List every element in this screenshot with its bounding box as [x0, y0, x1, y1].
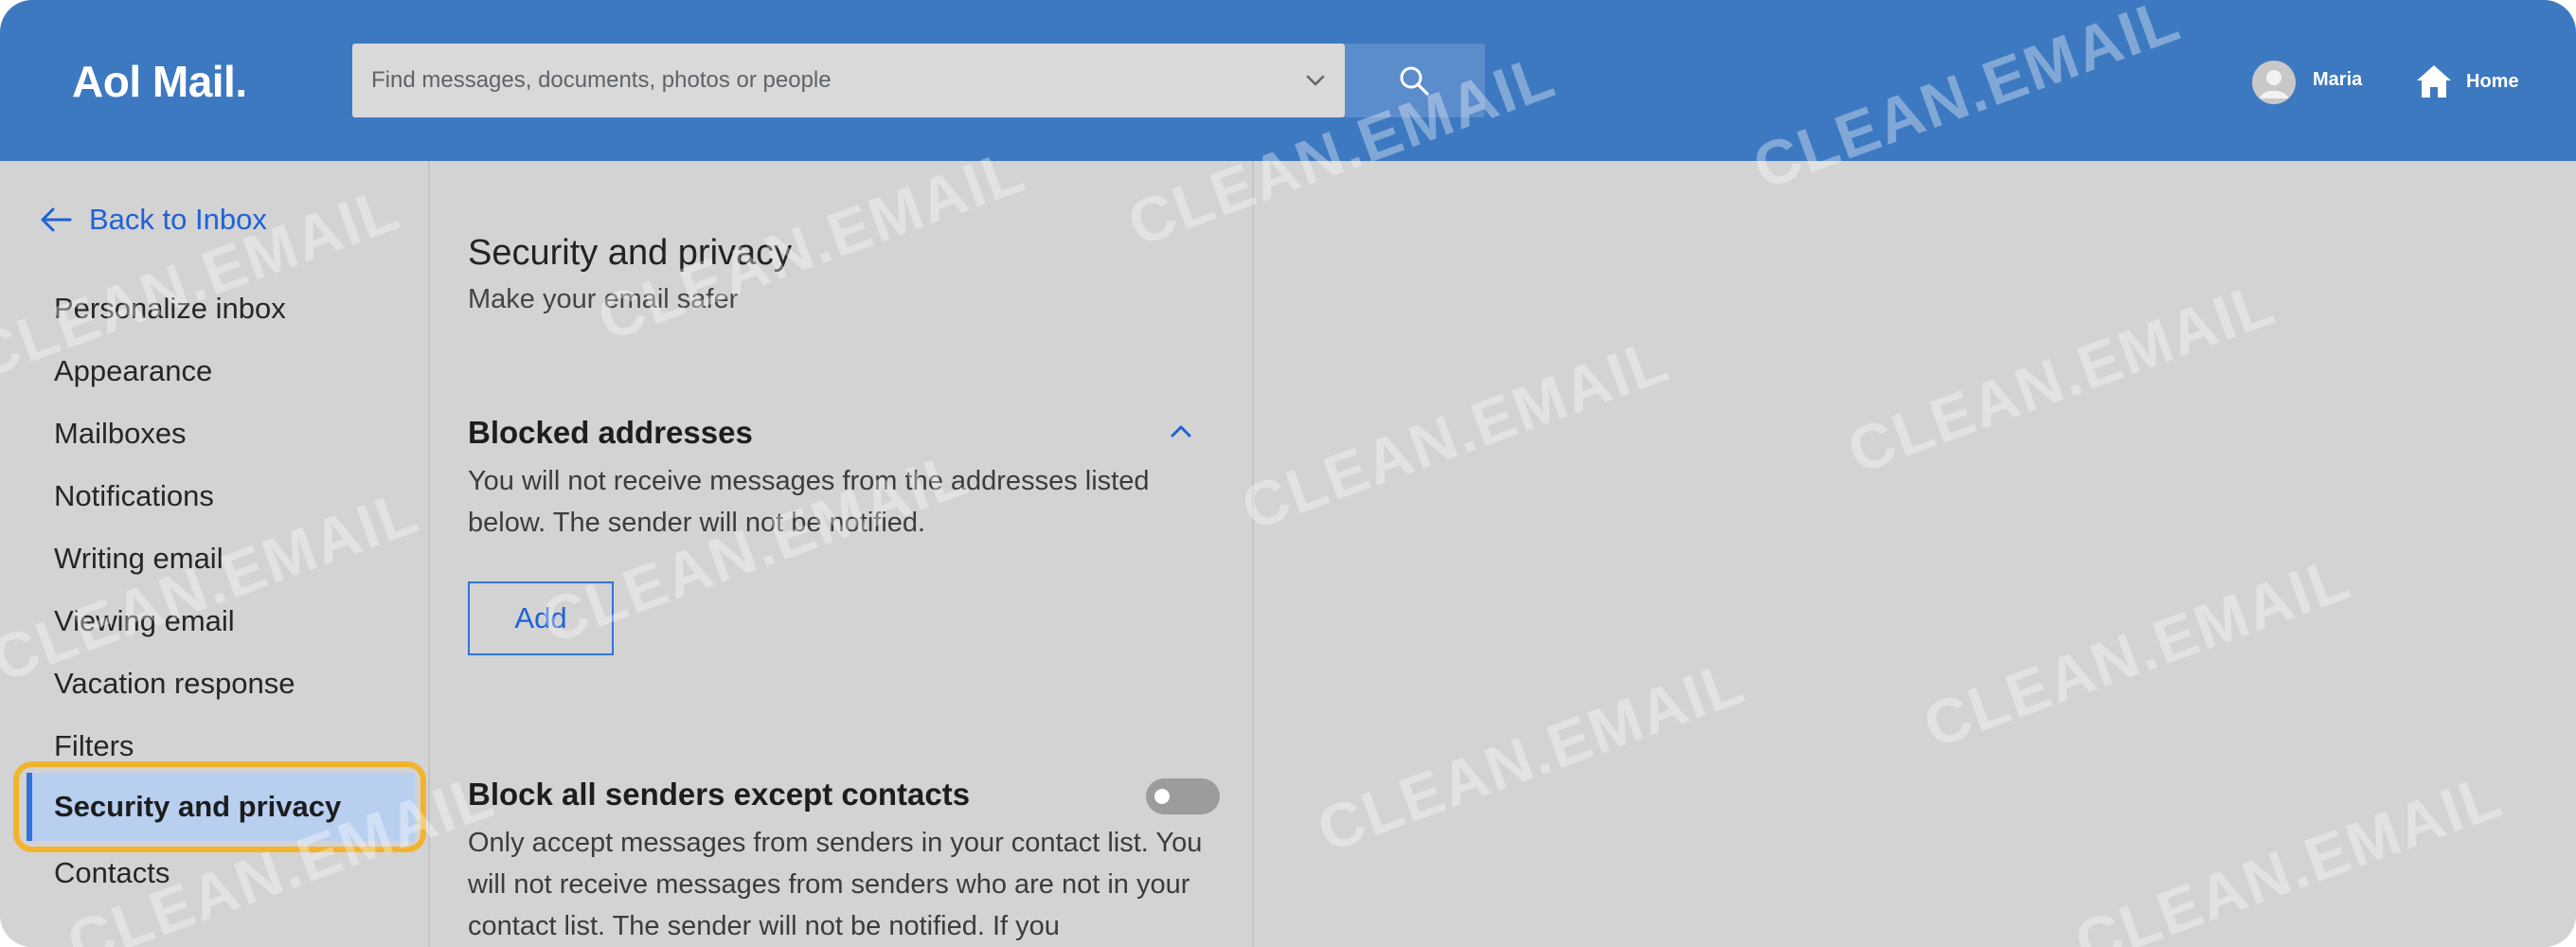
settings-panel: Security and privacy Make your email saf… — [428, 161, 1254, 947]
avatar — [2252, 61, 2296, 104]
arrow-left-icon — [41, 207, 72, 232]
top-header: Aol Mail. Maria — [0, 0, 2576, 161]
content-pane — [1254, 161, 2576, 947]
nav-item-writing-email[interactable]: Writing email — [54, 538, 224, 580]
nav-item-viewing-email[interactable]: Viewing email — [54, 600, 235, 642]
search-button[interactable] — [1345, 44, 1485, 117]
page-subtitle: Make your email safer — [468, 284, 739, 314]
settings-nav: Back to Inbox Personalize inbox Appearan… — [0, 161, 428, 947]
home-link[interactable]: Home — [2413, 59, 2536, 106]
block-all-description: Only accept messages from senders in you… — [468, 828, 1203, 941]
nav-item-contacts[interactable]: Contacts — [54, 852, 170, 894]
search-input[interactable] — [352, 44, 1261, 117]
nav-item-notifications[interactable]: Notifications — [54, 475, 214, 517]
nav-item-security-and-privacy-label: Security and privacy — [54, 790, 342, 823]
nav-item-personalize-inbox[interactable]: Personalize inbox — [54, 288, 286, 330]
nav-item-vacation-response[interactable]: Vacation response — [54, 663, 295, 705]
home-label: Home — [2466, 71, 2519, 92]
app-window: Aol Mail. Maria — [0, 0, 2576, 947]
home-icon — [2417, 65, 2451, 98]
back-to-inbox-label: Back to Inbox — [89, 203, 267, 236]
chevron-down-icon[interactable] — [1299, 64, 1332, 97]
page-title: Security and privacy — [468, 233, 793, 273]
nav-item-appearance[interactable]: Appearance — [54, 350, 212, 392]
nav-item-mailboxes[interactable]: Mailboxes — [54, 413, 187, 455]
user-menu[interactable]: Maria — [2252, 59, 2385, 106]
search-box — [352, 44, 1345, 117]
blocked-addresses-title: Blocked addresses — [468, 415, 753, 450]
user-name: Maria — [2313, 69, 2363, 90]
add-blocked-address-button[interactable]: Add — [468, 581, 614, 655]
blocked-addresses-description: You will not receive messages from the a… — [468, 466, 1150, 538]
aol-mail-logo[interactable]: Aol Mail. — [72, 55, 247, 108]
chevron-up-icon[interactable] — [1167, 419, 1195, 448]
toggle-knob — [1154, 789, 1170, 804]
block-all-title: Block all senders except contacts — [468, 777, 971, 812]
magnifier-icon — [1400, 66, 1429, 96]
block-all-toggle[interactable] — [1146, 778, 1220, 814]
